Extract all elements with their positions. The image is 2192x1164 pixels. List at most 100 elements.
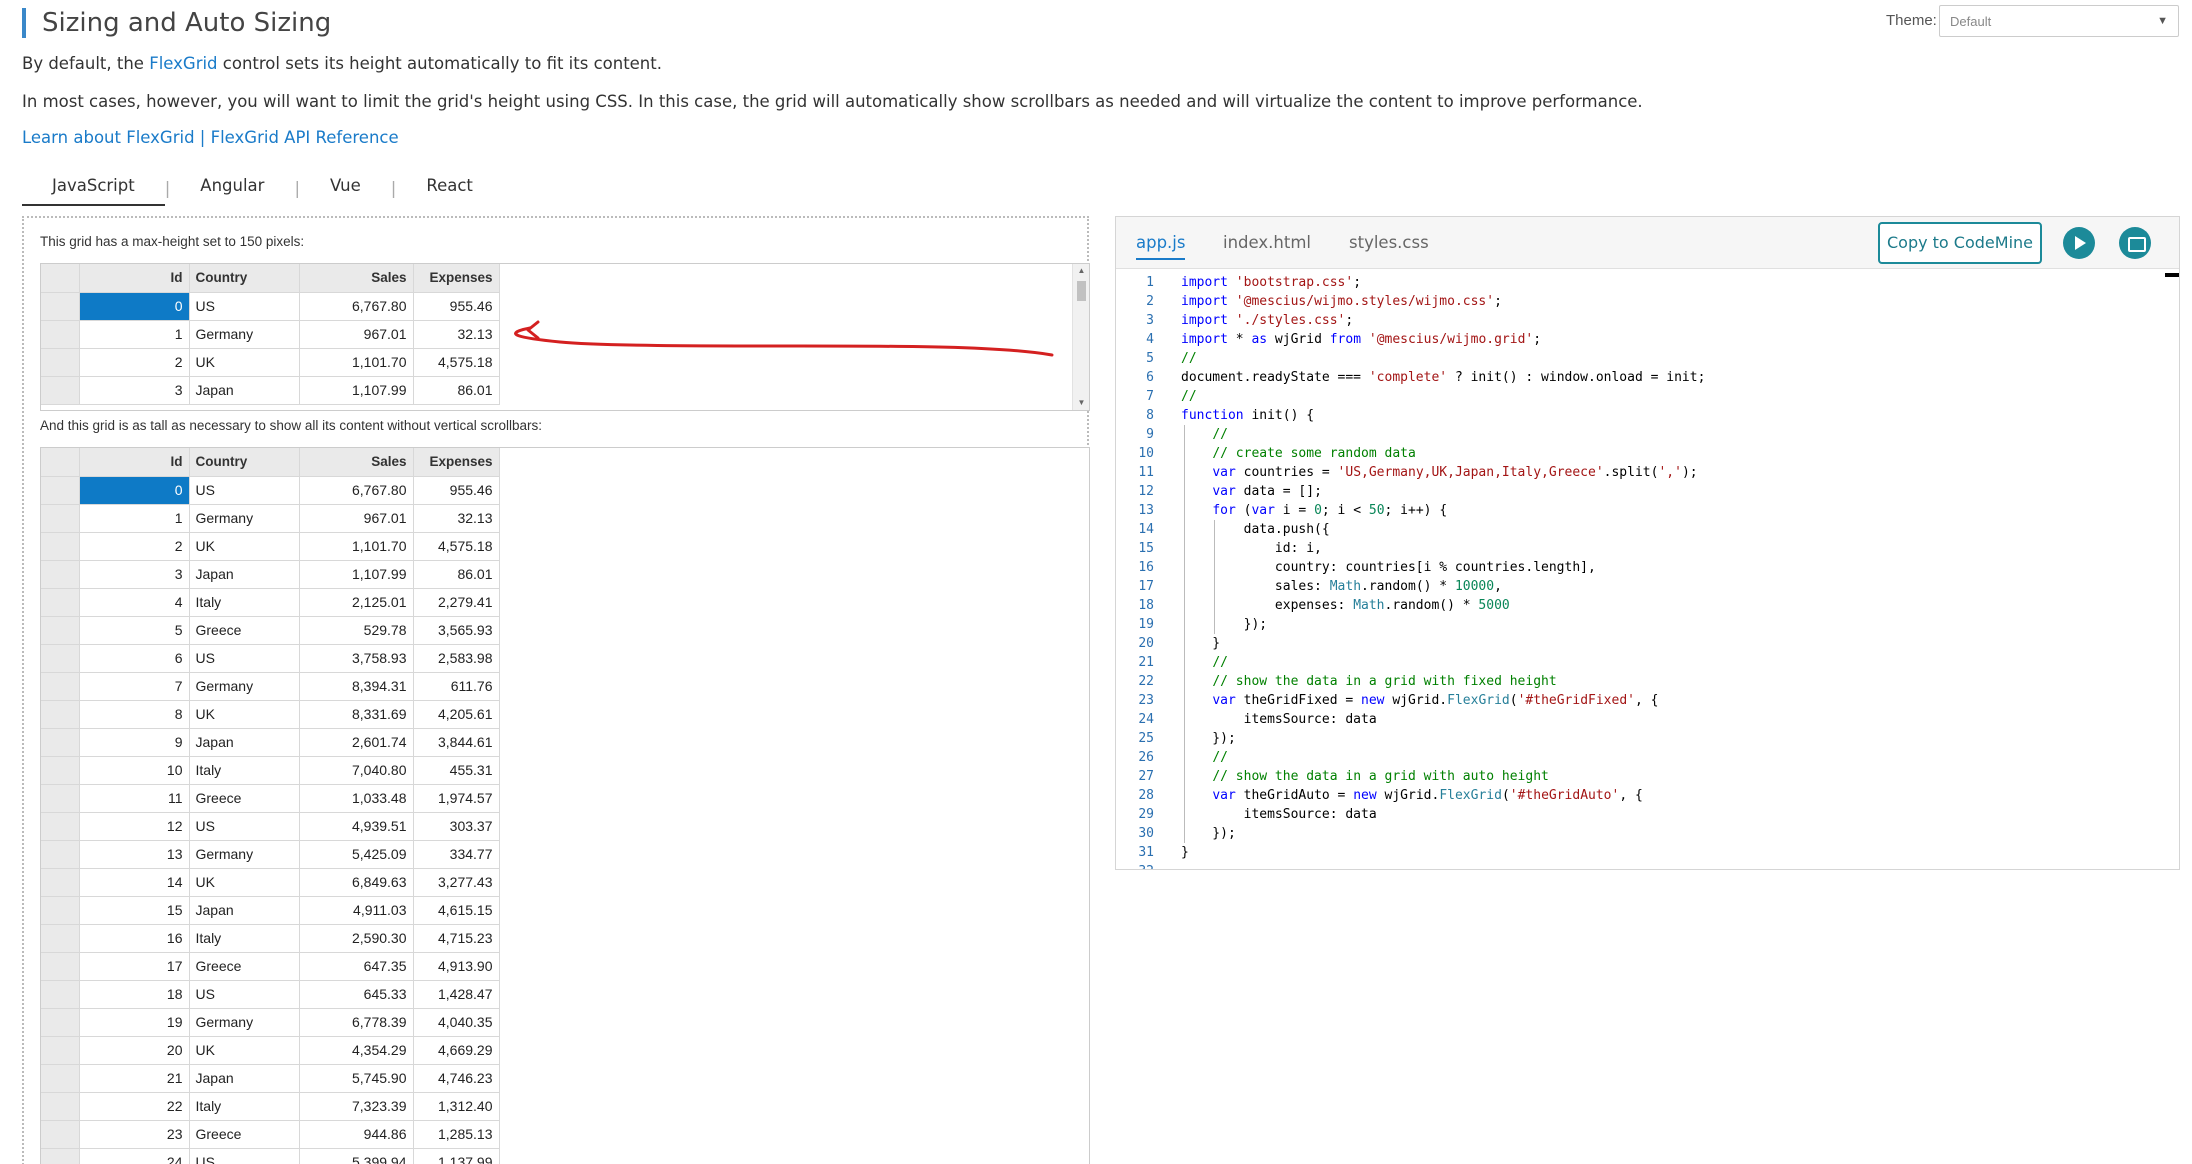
cell-id[interactable]: 22 xyxy=(79,1092,190,1121)
table-row[interactable]: 18 US 645.33 1,428.47 xyxy=(41,980,500,1009)
cell-expenses[interactable]: 1,428.47 xyxy=(413,980,500,1009)
cell-sales[interactable]: 5,745.90 xyxy=(299,1064,414,1093)
row-header[interactable] xyxy=(41,616,80,645)
cell-country[interactable]: Italy xyxy=(189,756,300,785)
cell-expenses[interactable]: 4,913.90 xyxy=(413,952,500,981)
row-header[interactable] xyxy=(41,784,80,813)
print-icon[interactable] xyxy=(2119,227,2151,259)
table-row[interactable]: 2 UK 1,101.70 4,575.18 xyxy=(41,532,500,561)
cell-id[interactable]: 23 xyxy=(79,1120,190,1149)
cell-country[interactable]: UK xyxy=(189,700,300,729)
cell-country[interactable]: Japan xyxy=(189,560,300,589)
cell-country[interactable]: Greece xyxy=(189,784,300,813)
cell-id[interactable]: 0 xyxy=(79,292,190,321)
table-row[interactable]: 22 Italy 7,323.39 1,312.40 xyxy=(41,1092,500,1121)
cell-id[interactable]: 11 xyxy=(79,784,190,813)
row-header[interactable] xyxy=(41,700,80,729)
cell-country[interactable]: US xyxy=(189,1148,300,1164)
scrollbar-thumb[interactable] xyxy=(1077,281,1086,301)
cell-country[interactable]: Japan xyxy=(189,896,300,925)
cell-sales[interactable]: 2,125.01 xyxy=(299,588,414,617)
tab-index-html[interactable]: index.html xyxy=(1223,233,1311,252)
row-header[interactable] xyxy=(41,644,80,673)
theme-select[interactable]: Default ▼ xyxy=(1939,5,2179,37)
cell-expenses[interactable]: 455.31 xyxy=(413,756,500,785)
row-header[interactable] xyxy=(41,896,80,925)
cell-expenses[interactable]: 32.13 xyxy=(413,504,500,533)
cell-expenses[interactable]: 3,565.93 xyxy=(413,616,500,645)
row-header[interactable] xyxy=(41,1036,80,1065)
table-row[interactable]: 4 Italy 2,125.01 2,279.41 xyxy=(41,588,500,617)
row-header[interactable] xyxy=(41,672,80,701)
table-row[interactable]: 13 Germany 5,425.09 334.77 xyxy=(41,840,500,869)
cell-id[interactable]: 12 xyxy=(79,812,190,841)
cell-id[interactable]: 24 xyxy=(79,1148,190,1164)
table-row[interactable]: 1 Germany 967.01 32.13 xyxy=(41,320,500,349)
cell-id[interactable]: 0 xyxy=(79,476,190,505)
cell-id[interactable]: 7 xyxy=(79,672,190,701)
table-row[interactable]: 24 US 5,399.94 1,137.99 xyxy=(41,1148,500,1164)
cell-expenses[interactable]: 4,715.23 xyxy=(413,924,500,953)
cell-sales[interactable]: 645.33 xyxy=(299,980,414,1009)
cell-country[interactable]: US xyxy=(189,476,300,505)
row-header[interactable] xyxy=(41,924,80,953)
cell-id[interactable]: 3 xyxy=(79,560,190,589)
cell-expenses[interactable]: 4,669.29 xyxy=(413,1036,500,1065)
table-row[interactable]: 14 UK 6,849.63 3,277.43 xyxy=(41,868,500,897)
cell-sales[interactable]: 5,425.09 xyxy=(299,840,414,869)
cell-country[interactable]: Italy xyxy=(189,588,300,617)
cell-id[interactable]: 20 xyxy=(79,1036,190,1065)
cell-id[interactable]: 17 xyxy=(79,952,190,981)
cell-country[interactable]: Japan xyxy=(189,728,300,757)
cell-id[interactable]: 18 xyxy=(79,980,190,1009)
flexgrid-link[interactable]: FlexGrid xyxy=(149,54,217,73)
auto-height-grid[interactable]: Id Country Sales Expenses 0 US 6,767.80 955… xyxy=(40,447,1090,1164)
cell-country[interactable]: Germany xyxy=(189,504,300,533)
cell-country[interactable]: Italy xyxy=(189,1092,300,1121)
cell-sales[interactable]: 1,107.99 xyxy=(299,376,414,405)
cell-sales[interactable]: 1,101.70 xyxy=(299,532,414,561)
table-row[interactable]: 8 UK 8,331.69 4,205.61 xyxy=(41,700,500,729)
cell-sales[interactable]: 6,778.39 xyxy=(299,1008,414,1037)
cell-expenses[interactable]: 2,279.41 xyxy=(413,588,500,617)
cell-country[interactable]: Greece xyxy=(189,616,300,645)
row-header[interactable] xyxy=(41,980,80,1009)
column-header[interactable]: Id xyxy=(79,264,190,293)
column-header[interactable]: Sales xyxy=(299,264,414,293)
table-row[interactable]: 6 US 3,758.93 2,583.98 xyxy=(41,644,500,673)
cell-expenses[interactable]: 1,312.40 xyxy=(413,1092,500,1121)
cell-expenses[interactable]: 86.01 xyxy=(413,560,500,589)
cell-expenses[interactable]: 3,277.43 xyxy=(413,868,500,897)
cell-id[interactable]: 19 xyxy=(79,1008,190,1037)
row-header[interactable] xyxy=(41,1148,80,1164)
cell-country[interactable]: Greece xyxy=(189,952,300,981)
table-row[interactable]: 3 Japan 1,107.99 86.01 xyxy=(41,376,500,405)
cell-sales[interactable]: 3,758.93 xyxy=(299,644,414,673)
cell-sales[interactable]: 2,590.30 xyxy=(299,924,414,953)
cell-expenses[interactable]: 1,137.99 xyxy=(413,1148,500,1164)
cell-expenses[interactable]: 2,583.98 xyxy=(413,644,500,673)
tab-react[interactable]: React xyxy=(396,170,503,206)
cell-expenses[interactable]: 955.46 xyxy=(413,292,500,321)
table-row[interactable]: 23 Greece 944.86 1,285.13 xyxy=(41,1120,500,1149)
cell-id[interactable]: 2 xyxy=(79,532,190,561)
cell-sales[interactable]: 944.86 xyxy=(299,1120,414,1149)
cell-id[interactable]: 4 xyxy=(79,588,190,617)
cell-sales[interactable]: 4,911.03 xyxy=(299,896,414,925)
cell-sales[interactable]: 529.78 xyxy=(299,616,414,645)
column-header[interactable]: Country xyxy=(189,448,300,477)
table-row[interactable]: 7 Germany 8,394.31 611.76 xyxy=(41,672,500,701)
cell-id[interactable]: 5 xyxy=(79,616,190,645)
column-header[interactable]: Country xyxy=(189,264,300,293)
row-header[interactable] xyxy=(41,588,80,617)
cell-country[interactable]: UK xyxy=(189,348,300,377)
row-header[interactable] xyxy=(41,756,80,785)
code-editor[interactable]: 1 import 'bootstrap.css'; 2 import '@mesciu… xyxy=(1116,273,2166,869)
cell-sales[interactable]: 6,767.80 xyxy=(299,292,414,321)
api-reference-link[interactable]: FlexGrid API Reference xyxy=(211,128,399,147)
cell-id[interactable]: 1 xyxy=(79,504,190,533)
row-header[interactable] xyxy=(41,840,80,869)
cell-expenses[interactable]: 4,040.35 xyxy=(413,1008,500,1037)
copy-to-codemine-button[interactable]: Copy to CodeMine xyxy=(1878,222,2042,264)
table-row[interactable]: 0 US 6,767.80 955.46 xyxy=(41,476,500,505)
